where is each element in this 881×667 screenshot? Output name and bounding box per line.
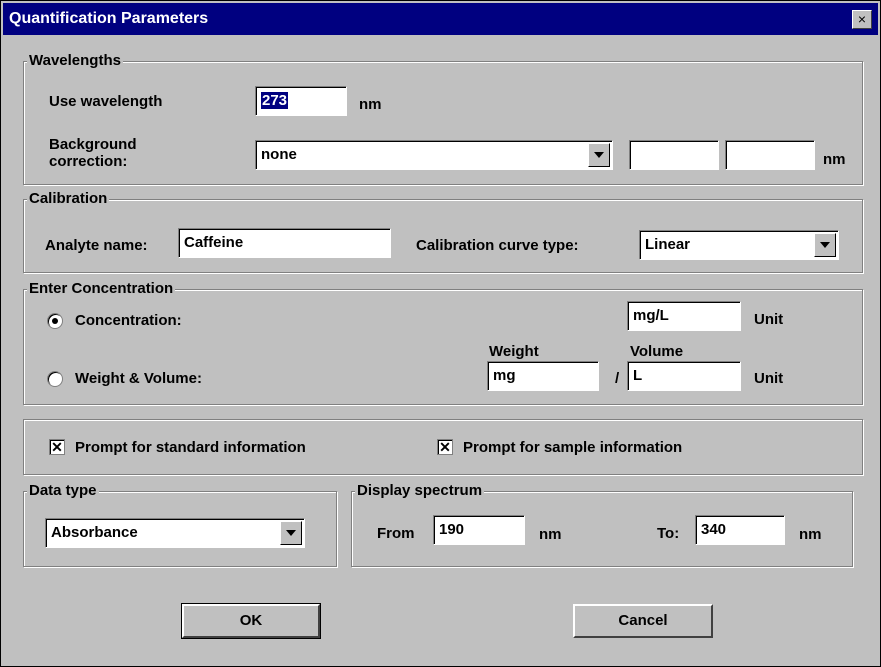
chevron-down-icon[interactable] [814,233,836,257]
background-correction-select[interactable]: none [255,140,613,170]
chevron-down-icon[interactable] [280,521,302,545]
from-unit: nm [539,526,562,543]
weight-header: Weight [489,343,539,360]
to-input[interactable]: 340 [695,515,785,545]
analyte-name-input[interactable]: Caffeine [178,228,391,258]
from-label: From [377,525,415,542]
calibration-group-title: Calibration [27,190,110,207]
from-input[interactable]: 190 [433,515,525,545]
use-wavelength-label: Use wavelength [49,93,163,110]
prompt-standard-label[interactable]: Prompt for standard information [75,439,306,456]
quantification-dialog: Quantification Parameters × Wavelengths … [0,0,881,667]
close-icon[interactable]: × [852,10,872,29]
analyte-name-label: Analyte name: [45,237,148,254]
volume-header: Volume [630,343,684,360]
concentration-radio-label[interactable]: Concentration: [75,312,182,329]
data-type-value: Absorbance [51,524,138,541]
concentration-radio[interactable] [47,313,63,329]
background-unit: nm [823,151,846,168]
data-type-group-title: Data type [27,482,99,499]
weight-volume-separator: / [615,370,620,387]
prompt-sample-checkbox[interactable]: ✕ [437,439,453,455]
chevron-down-icon[interactable] [588,143,610,167]
calibration-curve-type-label: Calibration curve type: [416,237,579,254]
to-unit: nm [799,526,822,543]
prompt-standard-checkbox[interactable]: ✕ [49,439,65,455]
data-type-select[interactable]: Absorbance [45,518,305,548]
display-spectrum-group-title: Display spectrum [355,482,485,499]
weight-volume-radio-label[interactable]: Weight & Volume: [75,370,202,387]
wavelengths-group-title: Wavelengths [27,52,123,69]
calibration-curve-type-select[interactable]: Linear [639,230,839,260]
use-wavelength-unit: nm [359,96,382,113]
concentration-unit-input[interactable]: mg/L [627,301,741,331]
prompt-sample-label[interactable]: Prompt for sample information [463,439,682,456]
concentration-unit-label: Unit [754,311,784,328]
weight-unit-input[interactable]: mg [487,361,599,391]
cancel-button[interactable]: Cancel [573,604,713,638]
enter-concentration-group-title: Enter Concentration [27,280,176,297]
background-wavelength-input-1[interactable] [629,140,719,170]
ok-button[interactable]: OK [181,603,321,639]
background-correction-value: none [261,146,297,163]
to-label: To: [657,525,680,542]
weight-volume-radio[interactable] [47,371,63,387]
use-wavelength-value: 273 [261,92,289,109]
window-title: Quantification Parameters [9,10,209,27]
volume-unit-input[interactable]: L [627,361,741,391]
background-wavelength-input-2[interactable] [725,140,815,170]
title-bar[interactable]: Quantification Parameters × [3,3,878,35]
weight-volume-unit-label: Unit [754,370,784,387]
background-correction-label-2: correction: [49,153,128,170]
background-correction-label-1: Background [49,136,137,153]
calibration-curve-type-value: Linear [645,236,691,253]
use-wavelength-input[interactable]: 273 [255,86,347,116]
